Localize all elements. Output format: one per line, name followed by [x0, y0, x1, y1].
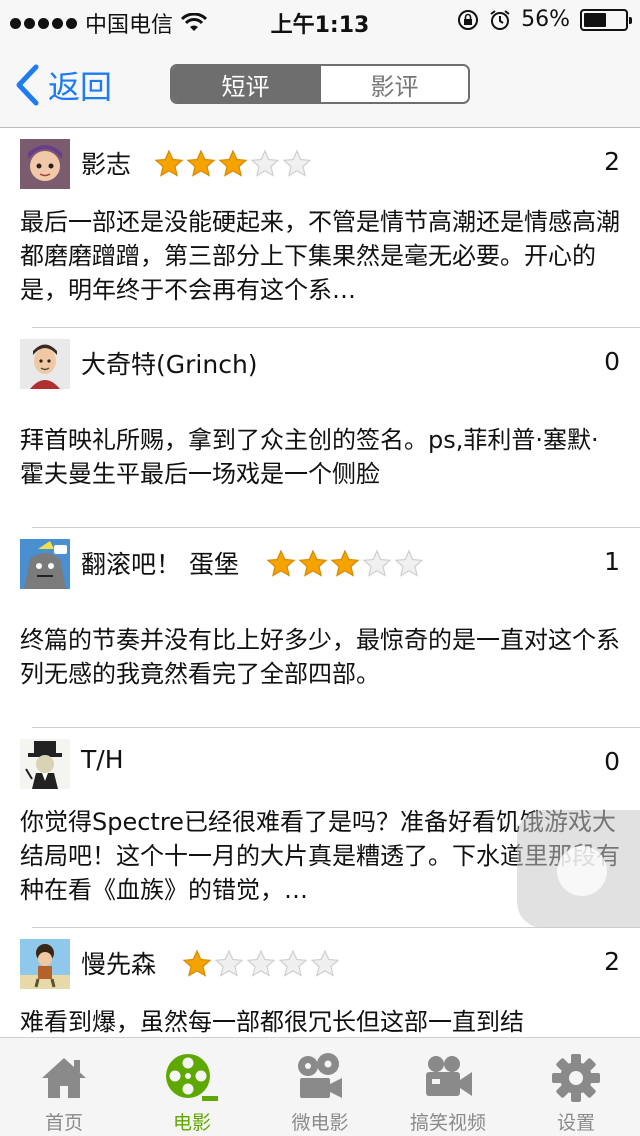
star-filled-icon: [330, 549, 360, 577]
avatar: [20, 939, 70, 989]
segment-short-review[interactable]: 短评: [172, 66, 319, 102]
review-item[interactable]: 影志 2 最后一部还是没能硬起来，不管是情节高潮还是情感高潮都磨磨蹭蹭，第三部分…: [0, 129, 640, 329]
tab-settings[interactable]: 设置: [512, 1038, 640, 1136]
star-filled-icon: [186, 149, 216, 177]
star-empty-icon: [246, 949, 276, 977]
battery-fill: [584, 12, 606, 27]
divider: [32, 727, 640, 728]
star-filled-icon: [218, 149, 248, 177]
divider: [32, 527, 640, 528]
tab-label: 首页: [44, 1112, 83, 1134]
useful-count: 0: [604, 747, 620, 776]
avatar: [20, 739, 70, 789]
battery-percent: 56%: [521, 7, 570, 32]
useful-count: 1: [604, 547, 620, 576]
divider: [32, 327, 640, 328]
avatar: [20, 339, 70, 389]
star-filled-icon: [298, 549, 328, 577]
battery-icon: [580, 8, 632, 31]
gear-icon: [552, 1054, 600, 1102]
star-filled-icon: [182, 949, 212, 977]
star-empty-icon: [214, 949, 244, 977]
star-empty-icon: [310, 949, 340, 977]
review-text: 拜首映礼所赐，拿到了众主创的签名。ps,菲利普·塞默·霍夫曼生平最后一场戏是一个…: [20, 426, 599, 488]
star-filled-icon: [266, 549, 296, 577]
video-camera-icon: [426, 1056, 472, 1096]
tab-label: 微电影: [291, 1112, 349, 1134]
avatar: [20, 139, 70, 189]
tab-bar: 首页 电影 微电影 搞笑视频 设置: [0, 1037, 640, 1136]
back-label: 返回: [48, 68, 113, 106]
useful-count: 2: [604, 147, 620, 176]
status-bar: 中国电信 上午1:13 56%: [0, 0, 640, 40]
star-empty-icon: [250, 149, 280, 177]
star-empty-icon: [394, 549, 424, 577]
review-item[interactable]: 大奇特(Grinch) 0 拜首映礼所赐，拿到了众主创的签名。ps,菲利普·塞默…: [0, 329, 640, 529]
rotation-lock-icon: [458, 9, 479, 30]
nav-bar: 返回 短评 影评: [0, 40, 640, 128]
movie-camera-icon: [298, 1053, 342, 1098]
segmented-control: 短评 影评: [170, 64, 470, 104]
tab-label: 设置: [556, 1112, 595, 1134]
tab-movies[interactable]: 电影: [128, 1038, 256, 1136]
star-empty-icon: [282, 149, 312, 177]
star-empty-icon: [278, 949, 308, 977]
tab-home[interactable]: 首页: [0, 1038, 128, 1136]
review-text: 难看到爆，虽然每一部都很冗长但这部一直到结: [20, 1008, 524, 1036]
reviewer-name[interactable]: 大奇特(Grinch): [81, 345, 258, 381]
assistive-touch-dot: [557, 846, 607, 896]
star-filled-icon: [154, 149, 184, 177]
rating-stars: [182, 949, 340, 977]
status-right: 56%: [457, 7, 632, 32]
segment-long-review[interactable]: 影评: [319, 66, 468, 102]
useful-count: 2: [604, 947, 620, 976]
useful-count: 0: [604, 347, 620, 376]
review-text: 最后一部还是没能硬起来，不管是情节高潮还是情感高潮都磨磨蹭蹭，第三部分上下集果然…: [20, 208, 620, 304]
tab-micro-films[interactable]: 微电影: [256, 1038, 384, 1136]
review-item[interactable]: 翻滚吧！ 蛋堡 1 终篇的节奏并没有比上好多少，最惊奇的是一直对这个系列无感的我…: [0, 529, 640, 729]
tab-funny-videos[interactable]: 搞笑视频: [384, 1038, 512, 1136]
home-icon: [42, 1058, 86, 1098]
assistive-touch-button[interactable]: [517, 810, 640, 928]
reviewer-name[interactable]: 翻滚吧！ 蛋堡: [81, 545, 239, 581]
star-empty-icon: [362, 549, 392, 577]
tab-label: 搞笑视频: [409, 1112, 486, 1134]
rating-stars: [266, 549, 424, 577]
tab-label: 电影: [172, 1112, 211, 1134]
review-text: 终篇的节奏并没有比上好多少，最惊奇的是一直对这个系列无感的我竟然看完了全部四部。: [20, 626, 620, 688]
reviewer-name[interactable]: 影志: [81, 145, 131, 181]
film-reel-icon: [166, 1054, 218, 1101]
chevron-left-icon: [16, 64, 39, 106]
avatar: [20, 539, 70, 589]
rating-stars: [154, 149, 312, 177]
reviewer-name[interactable]: T/H: [81, 745, 124, 774]
alarm-icon: [490, 9, 510, 30]
review-item[interactable]: 慢先森 2 难看到爆，虽然每一部都很冗长但这部一直到结: [0, 929, 640, 1037]
back-button[interactable]: 返回: [14, 62, 112, 108]
reviewer-name[interactable]: 慢先森: [81, 945, 156, 981]
